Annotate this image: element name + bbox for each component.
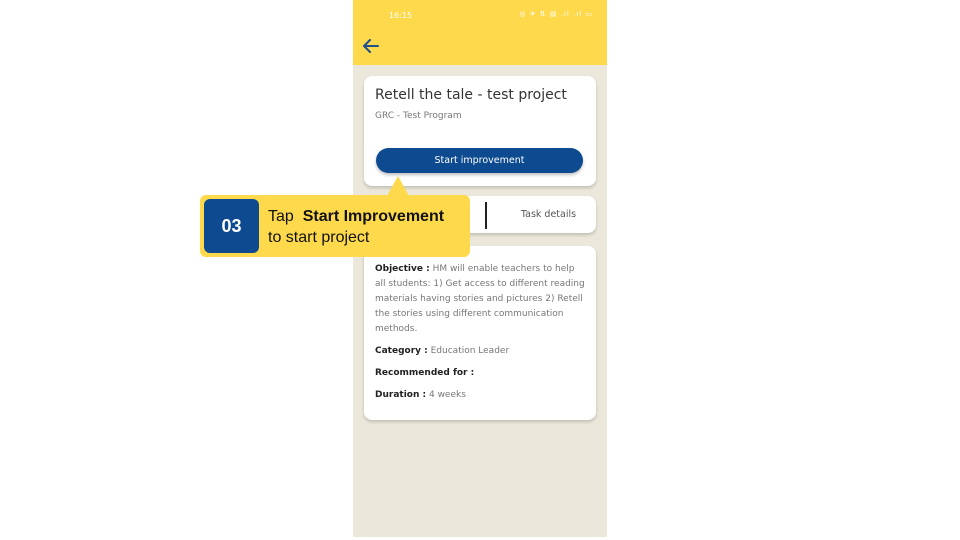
status-icons: ◎ ✈ ⇅ ▤ .ıl .ıl ▭ (519, 10, 593, 18)
app-header: 16:15 ◎ ✈ ⇅ ▤ .ıl .ıl ▭ (353, 0, 607, 65)
project-title: Retell the tale - test project (375, 87, 567, 103)
arrow-left-icon (363, 39, 379, 53)
duration-row: Duration : 4 weeks (375, 388, 587, 403)
start-improvement-button[interactable]: Start improvement (376, 148, 583, 173)
objective-text: HM will enable teachers to help all stud… (375, 264, 585, 334)
callout-highlight: Start Improvement (302, 208, 445, 225)
status-time: 16:15 (389, 11, 413, 20)
callout-line2: to start project (268, 229, 370, 246)
category-row: Category : Education Leader (375, 344, 587, 359)
step-badge: 03 (204, 199, 259, 253)
project-card: Retell the tale - test project GRC - Tes… (364, 76, 596, 186)
callout-text: Tap Start Improvement to start project (268, 206, 444, 248)
objective-row: Objective : HM will enable teachers to h… (375, 262, 587, 337)
phone-screen: 16:15 ◎ ✈ ⇅ ▤ .ıl .ıl ▭ Retell the tale … (353, 0, 607, 537)
category-value: Education Leader (430, 346, 510, 356)
instruction-callout: 03 Tap Start Improvement to start projec… (200, 195, 470, 257)
objective-label: Objective : (375, 264, 430, 274)
recommended-label: Recommended for : (375, 368, 475, 378)
duration-label: Duration : (375, 390, 427, 400)
back-button[interactable] (361, 36, 381, 56)
tab-task-details[interactable]: Task details (501, 196, 596, 233)
tab-divider (485, 202, 487, 229)
category-label: Category : (375, 346, 428, 356)
details-body: Objective : HM will enable teachers to h… (375, 262, 587, 410)
callout-tap: Tap (268, 208, 294, 225)
callout-pointer (387, 176, 409, 196)
duration-value: 4 weeks (428, 390, 466, 400)
program-name: GRC - Test Program (375, 111, 462, 121)
recommended-row: Recommended for : (375, 366, 587, 381)
details-card: Objective : HM will enable teachers to h… (364, 246, 596, 420)
